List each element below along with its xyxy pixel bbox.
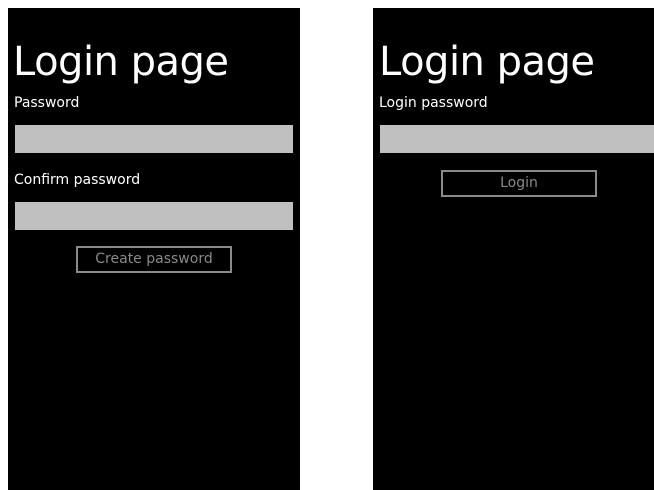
page-title: Login page [13,39,229,85]
create-password-screen: Login page Password Confirm password Cre… [8,8,300,490]
login-screen: Login page Login password Login [373,8,654,490]
create-password-button[interactable]: Create password [76,246,232,273]
login-password-label: Login password [379,95,488,111]
password-label: Password [14,95,80,111]
login-button[interactable]: Login [441,170,597,197]
confirm-password-field[interactable] [15,202,293,230]
password-field[interactable] [15,125,293,153]
login-password-field[interactable] [380,125,654,153]
confirm-password-label: Confirm password [14,172,141,188]
page-title: Login page [379,39,595,85]
